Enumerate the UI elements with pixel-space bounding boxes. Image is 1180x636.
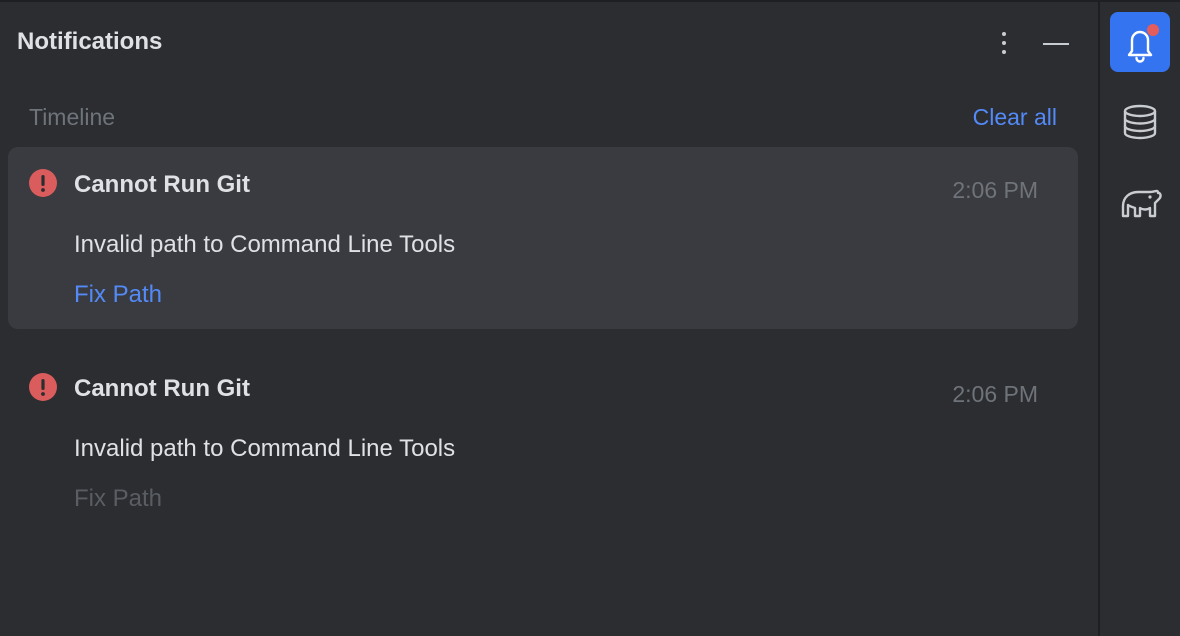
panel-title: Notifications <box>17 28 163 55</box>
panel-header: Notifications <box>0 2 1098 82</box>
clear-all-link[interactable]: Clear all <box>973 104 1057 131</box>
notification-title: Cannot Run Git <box>74 171 250 198</box>
error-icon <box>29 373 57 401</box>
database-tool-button[interactable] <box>1110 92 1170 152</box>
more-options-button[interactable] <box>990 26 1018 60</box>
notifications-panel: Notifications Timeline Clear all Cannot … <box>0 2 1098 636</box>
fix-path-link[interactable]: Fix Path <box>74 281 162 309</box>
notification-message: Invalid path to Command Line Tools <box>74 435 456 462</box>
minimize-button[interactable] <box>1038 28 1074 58</box>
gradle-tool-button[interactable] <box>1110 172 1170 232</box>
minimize-icon <box>1043 43 1069 45</box>
notification-card[interactable]: Cannot Run Git 2:06 PM Invalid path to C… <box>8 147 1078 329</box>
notification-card[interactable]: Cannot Run Git 2:06 PM Invalid path to C… <box>8 351 1078 533</box>
notification-time: 2:06 PM <box>952 381 1038 407</box>
fix-path-link[interactable]: Fix Path <box>74 485 162 513</box>
tool-window-strip <box>1098 2 1180 636</box>
notification-message: Invalid path to Command Line Tools <box>74 231 456 258</box>
notifications-window: Notifications Timeline Clear all Cannot … <box>0 0 1180 636</box>
notifications-tool-button[interactable] <box>1110 12 1170 72</box>
notification-title: Cannot Run Git <box>74 375 250 402</box>
timeline-label: Timeline <box>29 104 116 130</box>
notification-time: 2:06 PM <box>952 177 1038 203</box>
error-icon <box>29 169 57 197</box>
